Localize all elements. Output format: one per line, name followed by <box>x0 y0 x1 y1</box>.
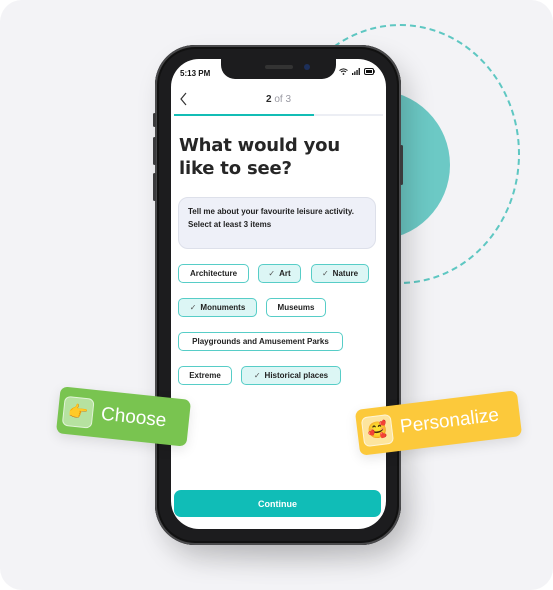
chip-label: Architecture <box>189 269 238 278</box>
pointing-hand-icon: 👉 <box>61 395 95 429</box>
step-current: 2 <box>265 94 272 105</box>
info-instruction: Select at least 3 items <box>188 220 272 229</box>
chip-option[interactable]: Playgrounds and Amusement Parks <box>178 332 343 351</box>
smiling-hearts-icon: 🥰 <box>360 413 395 448</box>
chip-option[interactable]: Museums <box>266 298 326 317</box>
chip-label: Historical places <box>264 371 329 380</box>
check-icon: ✓ <box>189 303 197 312</box>
chip-option[interactable]: ✓ Historical places <box>241 366 341 385</box>
chip-option[interactable]: Architecture <box>178 264 249 283</box>
phone-screen: 5:13 PM 2 of 3 What would you like to se… <box>171 59 386 529</box>
chip-option[interactable]: ✓ Monuments <box>178 298 257 317</box>
power-button <box>400 145 403 185</box>
chip-label: Art <box>279 269 291 278</box>
chip-label: Extreme <box>189 371 221 380</box>
step-total: of 3 <box>274 94 292 105</box>
continue-button[interactable]: Continue <box>174 490 381 517</box>
chip-option[interactable]: Extreme <box>178 366 232 385</box>
choose-label: Choose <box>100 403 168 431</box>
progress-fill <box>174 114 315 116</box>
wifi-icon <box>339 68 348 75</box>
front-camera <box>304 64 310 70</box>
personalize-label: Personalize <box>398 404 501 438</box>
chip-label: Playgrounds and Amusement Parks <box>192 337 329 346</box>
signal-icon <box>352 68 360 75</box>
chip-option[interactable]: ✓ Nature <box>311 264 369 283</box>
notch <box>221 59 336 79</box>
page-title: What would you like to see? <box>179 135 340 179</box>
check-icon: ✓ <box>268 269 276 278</box>
info-prompt: Tell me about your favourite leisure act… <box>188 207 354 216</box>
speaker <box>265 65 293 69</box>
info-box: Tell me about your favourite leisure act… <box>178 197 376 249</box>
chip-label: Nature <box>332 269 359 278</box>
check-icon: ✓ <box>253 371 261 380</box>
chip-label: Monuments <box>200 303 246 312</box>
status-time: 5:13 PM <box>180 69 211 78</box>
volume-up-button <box>153 137 156 165</box>
progress-bar <box>174 114 383 116</box>
check-icon: ✓ <box>321 269 329 278</box>
step-indicator: 2 of 3 <box>171 94 386 105</box>
chip-option[interactable]: ✓ Art <box>258 264 301 283</box>
battery-icon <box>364 68 375 75</box>
status-icons <box>339 68 375 75</box>
chip-label: Museums <box>277 303 315 312</box>
mute-switch <box>153 113 156 127</box>
volume-down-button <box>153 173 156 201</box>
